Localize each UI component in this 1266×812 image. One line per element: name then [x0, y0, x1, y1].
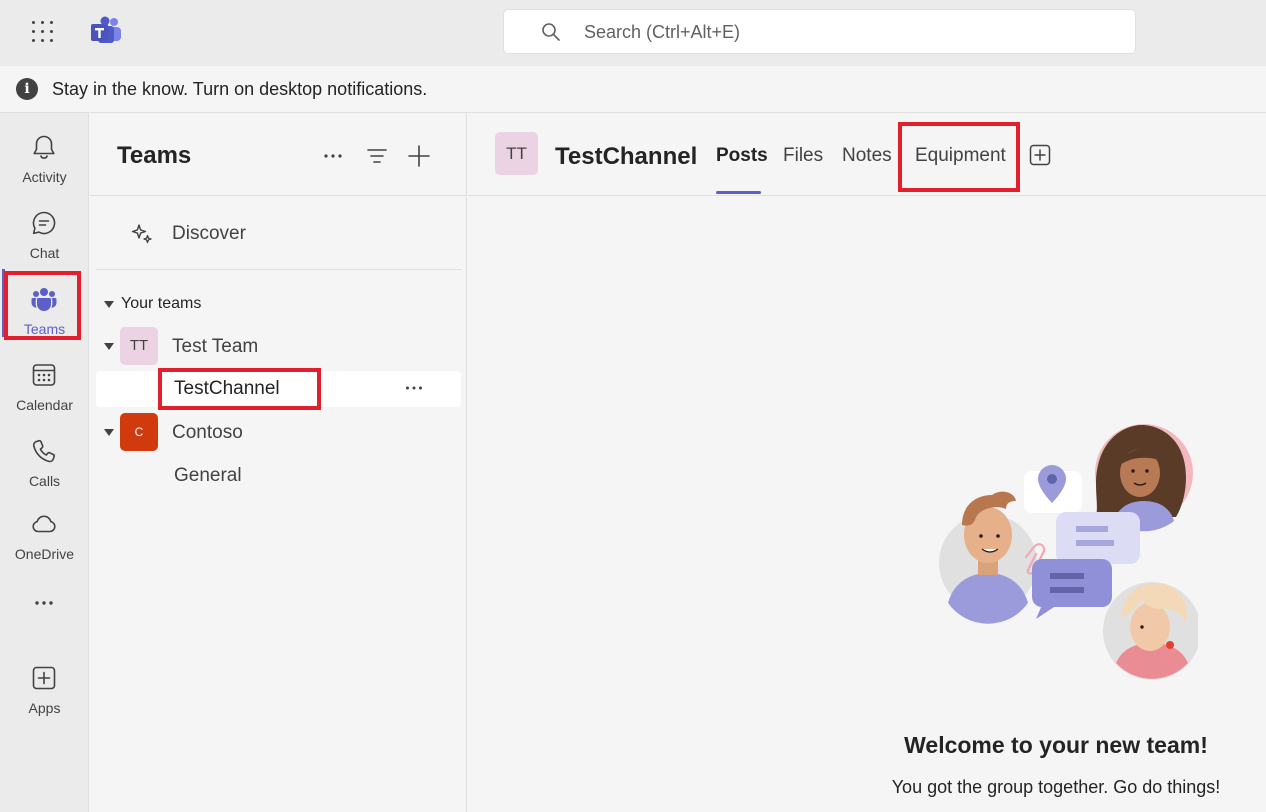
- panel-header: Teams: [90, 113, 467, 196]
- channel-avatar: TT: [495, 132, 538, 175]
- tab-notes[interactable]: Notes: [842, 145, 892, 167]
- search-icon: [542, 23, 560, 41]
- team-row-contoso[interactable]: C Contoso: [96, 413, 462, 453]
- top-bar: [0, 0, 1266, 66]
- rail-label: OneDrive: [14, 546, 75, 562]
- discover-link[interactable]: Discover: [120, 213, 420, 253]
- info-icon: i: [16, 78, 38, 100]
- channel-row-testchannel[interactable]: TestChannel: [96, 371, 461, 407]
- section-label: Your teams: [121, 295, 202, 312]
- rail-label: Apps: [28, 700, 61, 716]
- rail-label: Activity: [22, 169, 67, 185]
- tab-files[interactable]: Files: [783, 145, 823, 167]
- team-row-test-team[interactable]: TT Test Team: [96, 327, 462, 367]
- cloud-icon: [32, 515, 56, 533]
- teams-panel: Teams Discover Your teams TT Test Team T: [90, 113, 467, 812]
- phone-icon: [32, 439, 55, 463]
- team-avatar: C: [120, 413, 158, 451]
- filter-icon[interactable]: [362, 141, 392, 171]
- channel-header: TT TestChannel Posts Files Notes Equipme…: [468, 113, 1266, 196]
- bell-icon: [33, 135, 55, 159]
- teams-logo-icon: [91, 16, 121, 43]
- rail-item-chat[interactable]: Chat: [0, 197, 89, 265]
- rail-item-more[interactable]: [0, 577, 89, 645]
- active-tab-indicator: [716, 191, 761, 194]
- team-name: Contoso: [172, 422, 243, 443]
- app-rail: Activity Chat Teams Calendar Calls OneDr…: [0, 113, 89, 812]
- add-tab-icon[interactable]: [1029, 144, 1051, 166]
- search-box[interactable]: [503, 9, 1136, 54]
- rail-item-activity[interactable]: Activity: [0, 121, 89, 189]
- rail-label: Calendar: [16, 397, 73, 413]
- team-name: Test Team: [172, 336, 259, 357]
- more-options-icon[interactable]: [403, 377, 425, 399]
- teams-icon: [31, 288, 57, 311]
- calendar-icon: [32, 364, 56, 386]
- channel-name: TestChannel: [174, 378, 280, 399]
- waffle-icon[interactable]: [30, 19, 56, 45]
- rail-item-calls[interactable]: Calls: [0, 425, 89, 493]
- rail-item-onedrive[interactable]: OneDrive: [0, 498, 89, 566]
- channel-title: TestChannel: [555, 143, 698, 170]
- sparkle-icon: [131, 224, 152, 244]
- rail-label: Teams: [23, 321, 66, 337]
- add-icon[interactable]: [404, 141, 434, 171]
- channel-view: TT TestChannel Posts Files Notes Equipme…: [468, 113, 1266, 812]
- channel-name: General: [174, 465, 242, 486]
- notification-text: Stay in the know. Turn on desktop notifi…: [52, 79, 428, 99]
- rail-item-apps[interactable]: Apps: [0, 652, 89, 720]
- rail-item-teams[interactable]: Teams: [0, 273, 89, 341]
- more-icon: [35, 601, 53, 605]
- discover-label: Discover: [172, 223, 246, 244]
- notification-banner: i Stay in the know. Turn on desktop noti…: [0, 66, 1266, 113]
- add-app-icon: [32, 666, 56, 690]
- divider: [96, 269, 462, 270]
- welcome-title: Welcome to your new team!: [904, 732, 1208, 758]
- rail-label: Calls: [28, 473, 61, 489]
- chevron-down-icon: [104, 343, 114, 350]
- chevron-down-icon: [104, 429, 114, 436]
- welcome-illustration: [939, 424, 1198, 680]
- channel-row-general[interactable]: General: [96, 458, 461, 494]
- search-input[interactable]: [584, 20, 1104, 44]
- welcome-subtitle: You got the group together. Go do things…: [891, 777, 1221, 797]
- chevron-down-icon: [104, 301, 114, 308]
- chat-icon: [32, 211, 56, 235]
- more-options-icon[interactable]: [318, 141, 348, 171]
- rail-item-calendar[interactable]: Calendar: [0, 349, 89, 417]
- tab-posts[interactable]: Posts: [716, 145, 768, 167]
- active-indicator: [2, 269, 5, 337]
- tab-equipment[interactable]: Equipment: [915, 145, 1006, 167]
- rail-label: Chat: [29, 245, 60, 261]
- team-avatar: TT: [120, 327, 158, 365]
- panel-title: Teams: [117, 142, 192, 169]
